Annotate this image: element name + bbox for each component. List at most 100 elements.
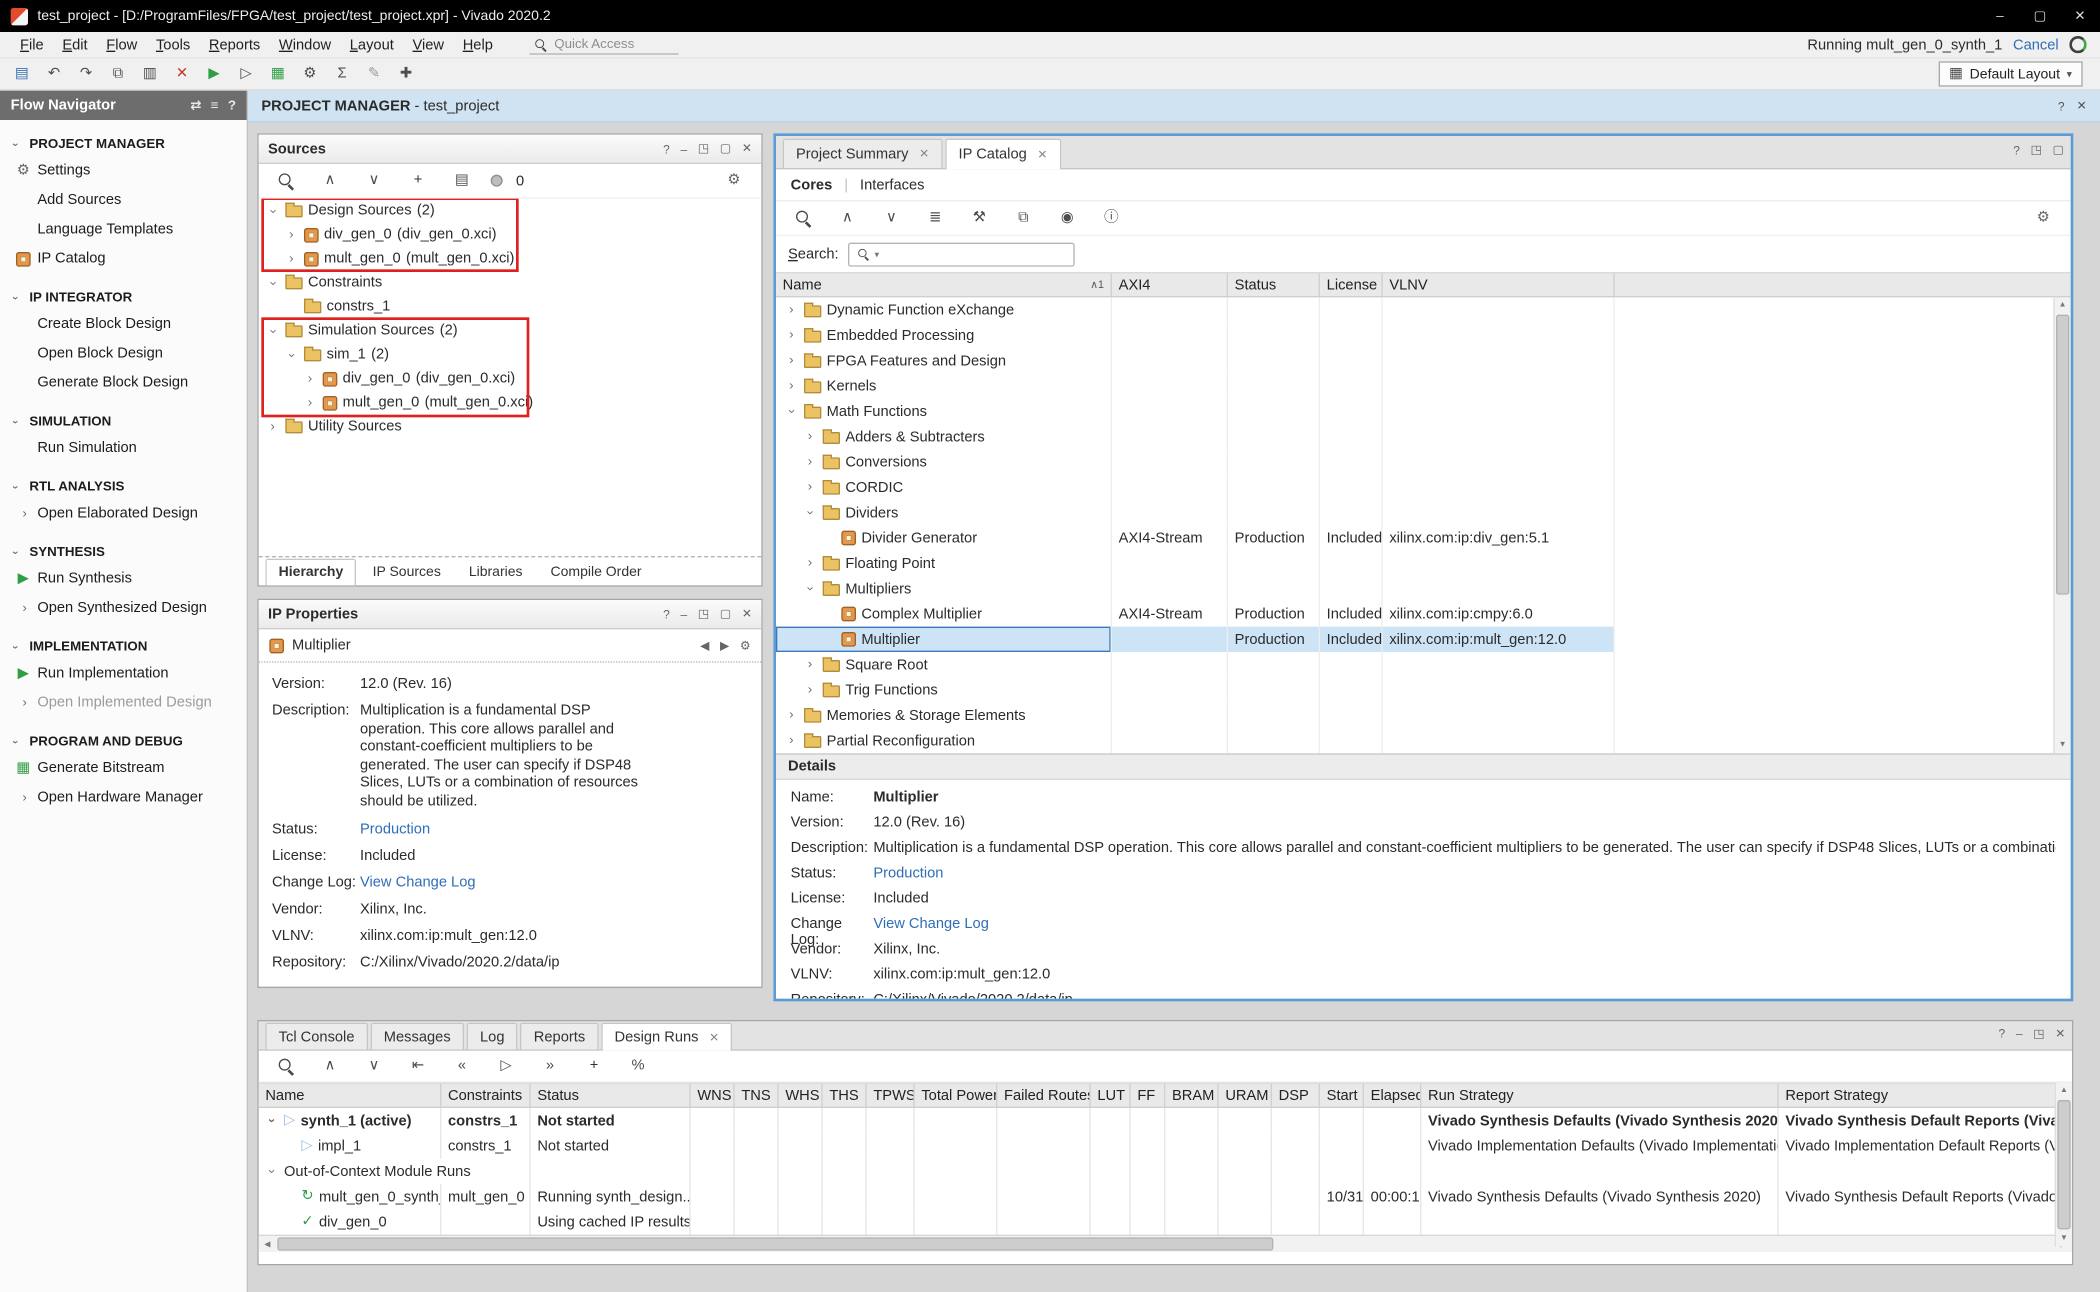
catalog-tree-row[interactable]: Divider GeneratorAXI4-StreamProductionIn… xyxy=(776,525,1615,550)
hierarchy-button[interactable]: ≣ xyxy=(920,205,951,232)
left-icon[interactable]: ◀ xyxy=(700,638,709,653)
expander-icon[interactable]: › xyxy=(303,395,318,410)
expander-icon[interactable]: › xyxy=(265,419,280,434)
expander-icon[interactable]: › xyxy=(17,506,32,521)
skip-start-button[interactable]: ⇤ xyxy=(403,1053,434,1080)
percent-button[interactable]: % xyxy=(623,1053,654,1080)
expander-icon[interactable]: › xyxy=(803,455,818,470)
flow-nav-item-generate-block-design[interactable]: Generate Block Design xyxy=(0,368,247,397)
sources-tab-hierarchy[interactable]: Hierarchy xyxy=(265,559,356,586)
property-value[interactable]: Production xyxy=(873,865,943,882)
flow-nav-item-ip-catalog[interactable]: IP Catalog xyxy=(0,244,247,273)
wrench-button[interactable]: ⚒ xyxy=(964,205,995,232)
sources-tree-row[interactable]: ›Design Sources(2) xyxy=(259,199,762,223)
expand-all-button[interactable]: ∨ xyxy=(876,205,907,232)
expander-icon[interactable]: › xyxy=(803,429,818,444)
sources-tree-row[interactable]: constrs_1 xyxy=(259,295,762,319)
sources-tree-row[interactable]: ›sim_1(2) xyxy=(259,343,762,367)
column-header-bram[interactable]: BRAM xyxy=(1165,1084,1218,1107)
scroll-down-icon[interactable]: ▼ xyxy=(2055,737,2071,753)
column-header-tpws[interactable]: TPWS xyxy=(867,1084,915,1107)
flow-nav-item-run-synthesis[interactable]: ▶Run Synthesis xyxy=(0,564,247,593)
expander-icon[interactable]: › xyxy=(284,347,299,362)
column-header-report_strategy[interactable]: Report Strategy xyxy=(1779,1084,2074,1107)
catalog-tree-row[interactable]: ›Embedded Processing xyxy=(776,323,1615,348)
add-button[interactable]: + xyxy=(579,1053,610,1080)
expander-icon[interactable]: › xyxy=(784,379,799,394)
sources-tab-compile-order[interactable]: Compile Order xyxy=(539,560,654,585)
expander-icon[interactable]: › xyxy=(784,404,799,419)
catalog-tree-row[interactable]: ›Dynamic Function eXchange xyxy=(776,297,1615,322)
design-runs-horizontal-scrollbar[interactable]: ◀ ▶ xyxy=(259,1235,2072,1252)
sigma-button[interactable]: Σ xyxy=(327,61,358,88)
search-button[interactable] xyxy=(788,205,819,232)
catalog-tree-row[interactable]: ›Trig Functions xyxy=(776,677,1615,702)
minimize-icon[interactable]: – xyxy=(2016,1027,2023,1040)
flow-nav-section-title[interactable]: ›PROGRAM AND DEBUG xyxy=(0,732,247,753)
paste-button[interactable]: ▥ xyxy=(135,61,166,88)
flow-nav-item-open-implemented-design[interactable]: ›Open Implemented Design xyxy=(0,688,247,717)
expander-icon[interactable]: › xyxy=(9,640,21,655)
catalog-tree-row[interactable]: ›Conversions xyxy=(776,449,1615,474)
column-header-constraints[interactable]: Constraints xyxy=(441,1084,530,1107)
catalog-tree-row[interactable]: ›Floating Point xyxy=(776,551,1615,576)
expander-icon[interactable]: › xyxy=(303,371,318,386)
close-icon[interactable]: ✕ xyxy=(2077,99,2087,114)
collapse-all-button[interactable]: ∧ xyxy=(832,205,863,232)
flow-nav-item-run-simulation[interactable]: Run Simulation xyxy=(0,433,247,462)
menu-view[interactable]: View xyxy=(403,37,453,53)
flow-nav-item-settings[interactable]: ⚙Settings xyxy=(0,156,247,185)
menu-file[interactable]: File xyxy=(11,37,53,53)
scroll-up-icon[interactable]: ▲ xyxy=(2056,1083,2072,1099)
sources-tree-row[interactable]: ›div_gen_0(div_gen_0.xci) xyxy=(259,367,762,391)
column-header-uram[interactable]: URAM xyxy=(1219,1084,1272,1107)
catalog-tree-row[interactable]: ›Dividers xyxy=(776,500,1615,525)
expand-all-button[interactable]: ∨ xyxy=(359,1053,390,1080)
expander-icon[interactable]: › xyxy=(784,303,799,318)
collapse-all-button[interactable]: ∧ xyxy=(315,1053,346,1080)
expander-icon[interactable]: › xyxy=(803,505,818,520)
maximize-window-button[interactable]: ▢ xyxy=(2020,0,2060,32)
sources-tab-libraries[interactable]: Libraries xyxy=(457,560,535,585)
scrollbar-thumb[interactable] xyxy=(2056,315,2069,595)
expander-icon[interactable]: › xyxy=(264,1164,279,1179)
catalog-tree-row[interactable]: ›Memories & Storage Elements xyxy=(776,703,1615,728)
sources-tree-row[interactable]: ›Simulation Sources(2) xyxy=(259,319,762,343)
sources-tree-row[interactable]: ›mult_gen_0(mult_gen_0.xci) xyxy=(259,391,762,415)
sources-tree-row[interactable]: ›Utility Sources xyxy=(259,415,762,439)
column-header-start[interactable]: Start xyxy=(1320,1084,1364,1107)
report-button[interactable]: ▦ xyxy=(263,61,294,88)
search-button[interactable] xyxy=(271,167,302,194)
expander-icon[interactable]: › xyxy=(284,251,299,266)
add-button[interactable]: + xyxy=(403,167,434,194)
save-button[interactable]: ▤ xyxy=(7,61,38,88)
column-header-ths[interactable]: THS xyxy=(823,1084,867,1107)
flow-nav-section-title[interactable]: ›SIMULATION xyxy=(0,412,247,433)
swap-icon[interactable]: ⇄ xyxy=(190,98,201,113)
expander-icon[interactable]: › xyxy=(803,556,818,571)
menu-tools[interactable]: Tools xyxy=(147,37,200,53)
stop-button[interactable]: ✕ xyxy=(167,61,198,88)
maximize-icon[interactable]: ▢ xyxy=(720,607,731,622)
quick-access-search[interactable]: Quick Access xyxy=(529,35,678,55)
column-header-total_power[interactable]: Total Power xyxy=(915,1084,998,1107)
search-button[interactable] xyxy=(271,1053,302,1080)
catalog-tree-row[interactable]: ›Kernels xyxy=(776,373,1615,398)
sources-tree-row[interactable]: ›Constraints xyxy=(259,271,762,295)
help-icon[interactable]: ? xyxy=(663,142,670,155)
catalog-tree-row[interactable]: ›Square Root xyxy=(776,652,1615,677)
expander-icon[interactable]: › xyxy=(784,328,799,343)
collapse-all-button[interactable]: ∧ xyxy=(315,167,346,194)
close-tab-icon[interactable]: ✕ xyxy=(1037,147,1047,162)
expander-icon[interactable]: › xyxy=(17,695,32,710)
catalog-tree-row[interactable]: ›Multipliers xyxy=(776,576,1615,601)
close-tab-icon[interactable]: ✕ xyxy=(709,1030,719,1045)
column-header-license[interactable]: License xyxy=(1320,273,1383,296)
minimize-icon[interactable]: – xyxy=(681,607,688,620)
column-header-elapsed[interactable]: Elapsed xyxy=(1364,1084,1421,1107)
copy-button[interactable]: ⧉ xyxy=(103,61,134,88)
scrollbar-track[interactable] xyxy=(2056,1099,2072,1231)
design-run-row[interactable]: ▷impl_1constrs_1Not startedVivado Implem… xyxy=(259,1133,2072,1158)
menu-window[interactable]: Window xyxy=(270,37,341,53)
scrollbar-track[interactable] xyxy=(276,1236,2055,1252)
